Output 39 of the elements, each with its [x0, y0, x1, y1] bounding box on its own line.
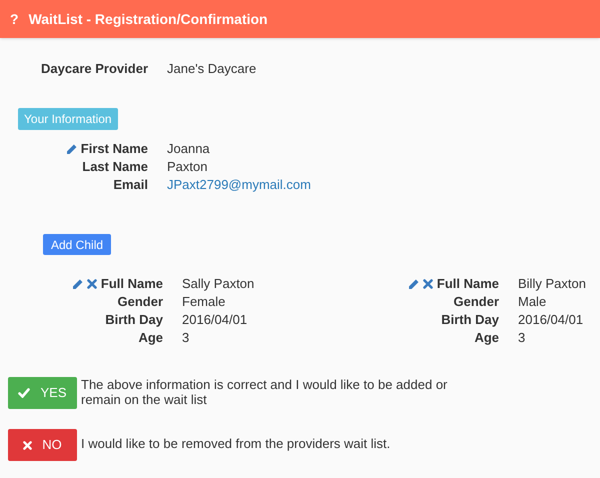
field-label: Birth Day [441, 311, 499, 330]
field-value: Jane's Daycare [167, 60, 256, 78]
field-value: Joanna [167, 140, 210, 158]
pencil-icon[interactable] [66, 144, 77, 154]
field-value: 3 [518, 329, 526, 348]
check-icon [18, 388, 30, 398]
field-label: First Name [80, 140, 148, 158]
field-label: Daycare Provider [41, 60, 148, 78]
action-description: The above information is correct and I would like to be added or remain on the wait list [81, 377, 448, 407]
field-value: 2016/04/01 [518, 311, 584, 330]
field-value: Paxton [167, 158, 208, 176]
field-value: Female [182, 293, 226, 312]
help-icon: ? [10, 8, 19, 30]
field-label: Full Name [436, 275, 499, 294]
pencil-icon[interactable] [72, 278, 83, 290]
field-value: Sally Paxton [182, 275, 254, 294]
yes-button[interactable]: YES [8, 377, 77, 409]
field-value: 3 [182, 329, 190, 348]
action-description: I would like to be removed from the providers wait list. [81, 436, 392, 451]
field-value: Male [518, 293, 546, 312]
header-title: WaitList - Registration/Confirmation [28, 10, 268, 29]
pencil-icon[interactable] [408, 278, 419, 290]
field-label: Email [113, 176, 148, 194]
field-label: Last Name [82, 158, 148, 176]
delete-icon[interactable] [422, 279, 433, 289]
field-label: Gender [453, 293, 499, 312]
no-button[interactable]: NO [8, 429, 77, 461]
field-label: Age [474, 329, 499, 348]
field-label: Full Name [100, 275, 163, 294]
field-label: Age [138, 329, 163, 348]
cross-icon [23, 440, 32, 450]
email-link[interactable]: JPaxt2799@mymail.com [167, 175, 311, 195]
field-value: Billy Paxton [518, 275, 586, 294]
field-label: Birth Day [105, 311, 163, 330]
add-child-button[interactable]: Add Child [43, 234, 112, 255]
field-label: Gender [117, 293, 163, 312]
field-value: 2016/04/01 [182, 311, 248, 330]
section-badge: Your Information [18, 108, 118, 130]
delete-icon[interactable] [86, 279, 97, 289]
